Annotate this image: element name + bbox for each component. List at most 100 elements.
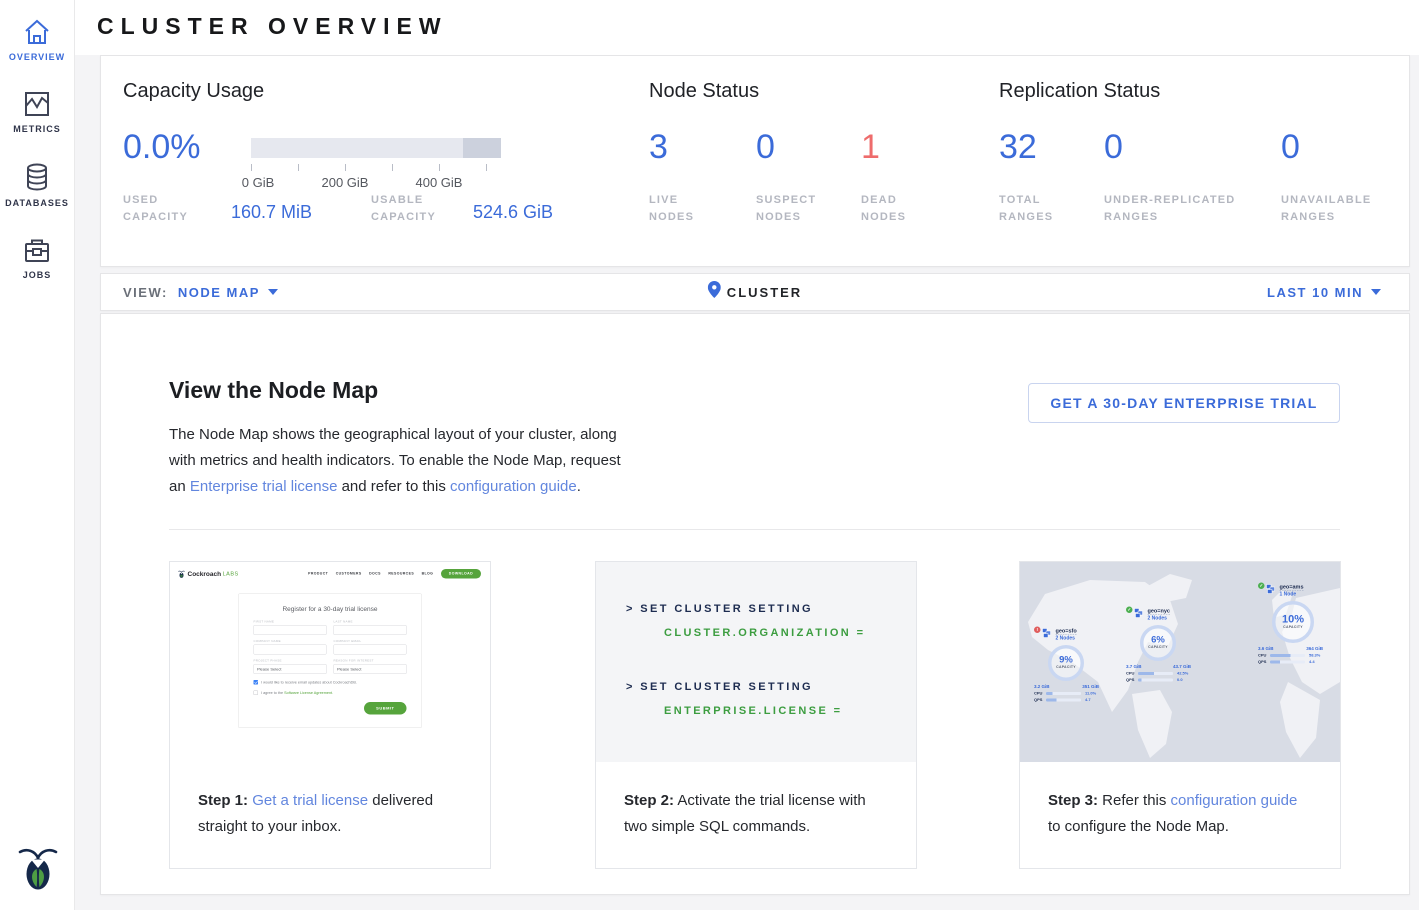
nodes-icon	[1042, 628, 1053, 638]
step2-caption: Step 2: Activate the trial license with …	[596, 762, 916, 840]
enterprise-trial-license-link[interactable]: Enterprise trial license	[190, 478, 338, 495]
cpu-value: 11.0%	[1085, 691, 1096, 696]
configuration-guide-link[interactable]: configuration guide	[450, 478, 577, 495]
step3-card: ! geo=sfo 2 Nodes 9% CAPACITY 3.2 GiB 35…	[1019, 561, 1341, 869]
metrics-icon	[0, 90, 74, 118]
mini-field-label: REASON FOR INTEREST	[334, 660, 407, 663]
capacity-gauge: 10% CAPACITY	[1272, 601, 1314, 643]
step1-caption: Step 1: Get a trial license delivered st…	[170, 762, 490, 840]
sidebar-item-label: METRICS	[0, 124, 74, 134]
map-pin-icon	[708, 281, 721, 303]
capacity-total: 364 GiB	[1306, 646, 1323, 651]
node-map-panel: View the Node Map The Node Map shows the…	[100, 313, 1410, 895]
sidebar-item-metrics[interactable]: METRICS	[0, 72, 74, 144]
sidebar-item-overview[interactable]: OVERVIEW	[0, 0, 74, 72]
capacity-bar-track	[251, 138, 501, 158]
replication-status-section: Replication Status 32 0 0 TOTAL RANGES U…	[999, 56, 1399, 266]
sidebar-item-jobs[interactable]: JOBS	[0, 218, 74, 290]
get-trial-license-link[interactable]: Get a trial license	[252, 792, 368, 809]
capacity-percent: 9%	[1052, 655, 1081, 666]
mini-field-label: COMPANY NAME	[254, 640, 327, 643]
capacity-bar-ticks	[251, 164, 501, 172]
breadcrumb-cluster: CLUSTER	[708, 281, 802, 303]
region-name: geo=ams	[1280, 584, 1304, 591]
step3-label: Step 3:	[1048, 792, 1098, 809]
qps-value: 0.0	[1177, 678, 1183, 683]
mini-select: Please Select	[334, 664, 407, 674]
step3-text: Refer this	[1098, 792, 1171, 809]
capacity-total: 43.7 GiB	[1173, 664, 1191, 669]
mini-nav-resources: RESOURCES	[388, 572, 414, 576]
node-status-section: Node Status 3 0 1 LIVE NODES SUSPECT NOD…	[649, 56, 979, 266]
sql-command-line: ENTERPRISE.LICENSE =	[664, 704, 916, 718]
region-node-count: 1 Node	[1280, 592, 1304, 598]
time-range-dropdown[interactable]: LAST 10 MIN	[1267, 285, 1381, 300]
cluster-summary-panel: Capacity Usage 0.0% 0 GiB 200 GiB 400 Gi…	[100, 55, 1410, 267]
cpu-value: 42.5%	[1177, 671, 1188, 676]
sidebar-item-databases[interactable]: DATABASES	[0, 144, 74, 218]
node-map-heading: View the Node Map	[169, 377, 378, 404]
sql-command-line: > SET CLUSTER SETTING	[626, 680, 916, 694]
live-nodes-value: 3	[649, 128, 668, 166]
usable-capacity-value: 524.6 GiB	[473, 202, 553, 223]
sidebar-item-label: DATABASES	[0, 198, 74, 208]
cluster-label: CLUSTER	[727, 285, 802, 300]
used-capacity-label: USED CAPACITY	[123, 192, 198, 226]
step3-node-map-preview: ! geo=sfo 2 Nodes 9% CAPACITY 3.2 GiB 35…	[1020, 562, 1340, 762]
region-name: geo=nyc	[1148, 608, 1170, 615]
unavailable-ranges-label: UNAVAILABLE RANGES	[1281, 192, 1391, 226]
description-text: and refer to this	[337, 478, 450, 495]
mini-license-link: Software License Agreement.	[284, 691, 333, 696]
map-region-nyc: ✓ geo=nyc 2 Nodes 6% CAPACITY 3.7 GiB 43…	[1126, 608, 1221, 682]
usable-capacity-label: USABLE CAPACITY	[371, 192, 446, 226]
map-region-sfo: ! geo=sfo 2 Nodes 9% CAPACITY 3.2 GiB 35…	[1034, 628, 1129, 702]
region-node-count: 2 Nodes	[1148, 616, 1170, 622]
live-nodes-label: LIVE NODES	[649, 192, 713, 226]
enterprise-trial-button[interactable]: GET A 30-DAY ENTERPRISE TRIAL	[1028, 383, 1340, 423]
capacity-gauge: 9% CAPACITY	[1048, 645, 1084, 681]
capacity-usage-heading: Capacity Usage	[123, 80, 264, 103]
mini-input	[334, 625, 407, 635]
step1-label: Step 1:	[198, 792, 248, 809]
step1-screenshot: Cockroach LABS PRODUCT CUSTOMERS DOCS RE…	[170, 562, 490, 762]
tick-label: 0 GiB	[242, 175, 275, 190]
sidebar-item-label: OVERVIEW	[0, 52, 74, 62]
capacity-percent: 6%	[1144, 635, 1173, 646]
mini-field-label: PROJECT PHASE	[254, 660, 327, 663]
replication-status-heading: Replication Status	[999, 80, 1160, 103]
chevron-down-icon	[1371, 289, 1381, 295]
configuration-guide-link[interactable]: configuration guide	[1171, 792, 1298, 809]
description-text: .	[577, 478, 581, 495]
chevron-down-icon	[268, 289, 278, 295]
tick-label: 400 GiB	[416, 175, 463, 190]
mini-logo-text: Cockroach	[188, 570, 222, 578]
view-value: NODE MAP	[178, 285, 260, 300]
step2-label: Step 2:	[624, 792, 674, 809]
total-ranges-value: 32	[999, 128, 1037, 166]
mini-input	[254, 645, 327, 655]
dead-nodes-value: 1	[861, 128, 880, 166]
time-range-value: LAST 10 MIN	[1267, 285, 1363, 300]
mini-checkbox-label: I would like to receive email updates ab…	[261, 680, 357, 685]
mini-checkbox-label: I agree to the	[261, 691, 284, 696]
mini-nav-customers: CUSTOMERS	[336, 572, 362, 576]
dead-nodes-label: DEAD NODES	[861, 192, 921, 226]
home-icon	[0, 18, 74, 46]
cockroachlabs-logo	[0, 843, 75, 896]
under-replicated-ranges-label: UNDER-REPLICATED RANGES	[1104, 192, 1264, 226]
mini-cockroachlabs-logo: Cockroach LABS	[178, 569, 239, 578]
cpu-value: 58.3%	[1309, 653, 1320, 658]
view-dropdown[interactable]: VIEW: NODE MAP	[123, 285, 278, 300]
page-title: CLUSTER OVERVIEW	[97, 13, 448, 40]
sql-command-line: > SET CLUSTER SETTING	[626, 602, 916, 616]
mini-field-label: FIRST NAME	[254, 621, 327, 624]
mini-field-label: COMPANY EMAIL	[334, 640, 407, 643]
unavailable-ranges-value: 0	[1281, 128, 1300, 166]
nodes-icon	[1266, 584, 1277, 594]
total-ranges-label: TOTAL RANGES	[999, 192, 1069, 226]
region-name: geo=sfo	[1056, 628, 1077, 635]
capacity-bar-reserved-segment	[463, 138, 501, 158]
mini-nav-product: PRODUCT	[308, 572, 328, 576]
step3-text: to configure the Node Map.	[1048, 818, 1229, 835]
mini-download-button: DOWNLOAD	[441, 569, 481, 579]
